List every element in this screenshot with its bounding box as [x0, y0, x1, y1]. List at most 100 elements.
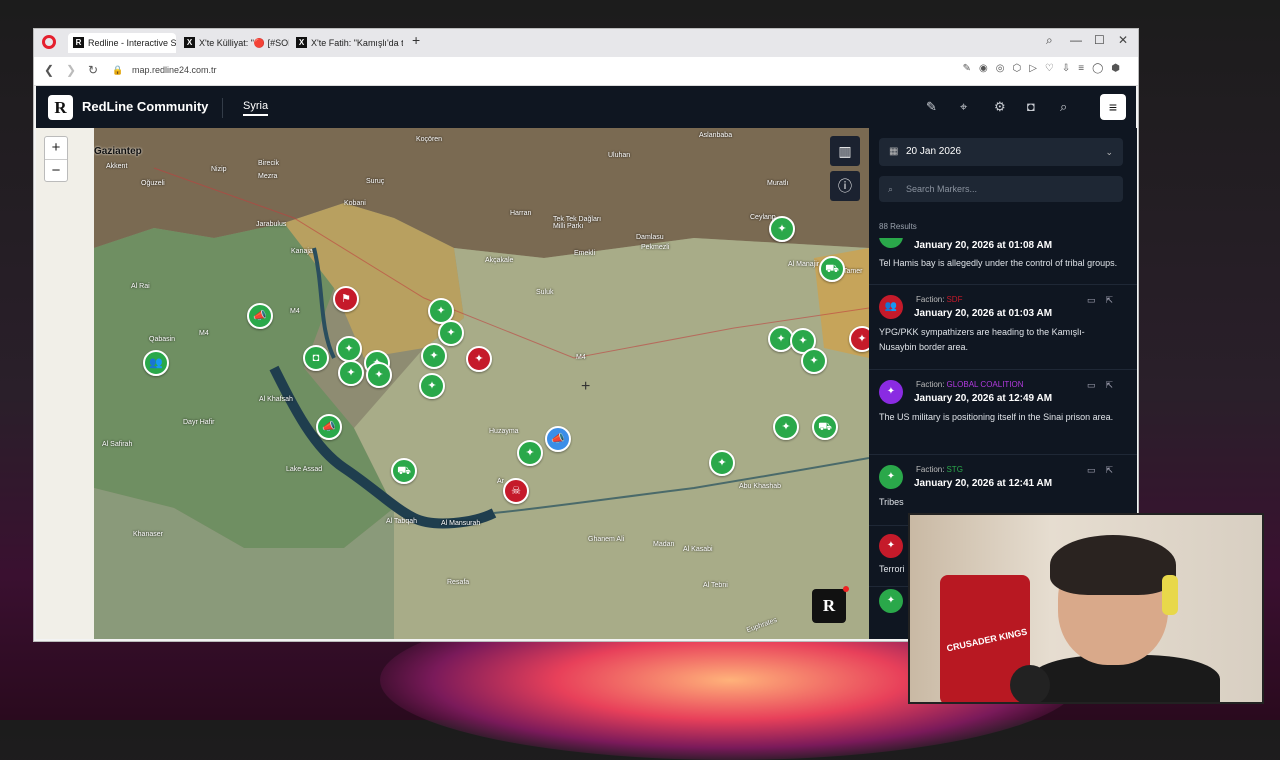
x-favicon-icon: X [296, 37, 307, 48]
map-label: Uluhan [608, 152, 631, 159]
search-icon: ⌕ [888, 184, 894, 194]
address-bar: ❮ ❯ ↻ 🔒 map.redline24.com.tr ✎◉◎⬡▷♡⇩≡◯⬢ [34, 57, 1138, 86]
item-timestamp: January 20, 2026 at 01:08 AM [914, 240, 1053, 251]
date-selector[interactable]: ▦ 20 Jan 2026 ⌄ [879, 138, 1123, 166]
rifle-marker-icon[interactable]: ✦ [801, 348, 827, 374]
megaphone-marker-icon[interactable]: 📣 [247, 303, 273, 329]
item-actions[interactable]: ▭⇱ [1087, 295, 1123, 306]
road-label: M4 [199, 330, 209, 337]
rifle-marker-icon[interactable]: ✦ [421, 343, 447, 369]
faction-name: GLOBAL COALITION [946, 380, 1024, 389]
rifle-marker-icon[interactable]: ✦ [517, 440, 543, 466]
rifle-marker-red-icon[interactable]: ✦ [849, 326, 869, 352]
megaphone-marker-icon[interactable]: 📣 [316, 414, 342, 440]
zoom-out-button[interactable]: − [45, 160, 67, 182]
menu-hamburger-icon[interactable]: ≡ [1100, 94, 1126, 120]
item-timestamp: January 20, 2026 at 01:03 AM [914, 308, 1053, 319]
redline-favicon-icon: R [73, 37, 84, 48]
headset-icon [1162, 575, 1178, 615]
group-marker-icon[interactable]: 👥 [143, 350, 169, 376]
truck-marker-icon[interactable]: ⛟ [812, 414, 838, 440]
microphone-icon [1010, 665, 1050, 702]
info-icon[interactable]: ⓘ [830, 171, 860, 201]
item-timestamp: January 20, 2026 at 12:41 AM [914, 478, 1053, 489]
rifle-marker-icon[interactable]: ✦ [419, 373, 445, 399]
map-view[interactable]: Gaziantep Akkent Oğuzeli Nizip Birecik M… [36, 128, 869, 639]
megaphone-marker-blue-icon[interactable]: 📣 [545, 426, 571, 452]
tab-syria[interactable]: Syria [243, 100, 269, 116]
url-field[interactable]: map.redline24.com.tr [132, 65, 217, 75]
map-layers-icon[interactable]: ▥ [830, 136, 860, 166]
redline-logo[interactable]: R [48, 95, 73, 120]
search-icon[interactable]: ⌕ [1060, 99, 1067, 115]
map-label: Dayr Hafir [183, 419, 215, 426]
rifle-marker-icon[interactable]: ✦ [336, 336, 362, 362]
search-markers-input[interactable]: ⌕ Search Markers... [879, 176, 1123, 202]
crosshair-icon: + [581, 378, 591, 395]
tab-redline[interactable]: R Redline - Interactive Strate [68, 33, 176, 53]
map-label: Al Khafsah [259, 396, 293, 403]
map-label: Pekmezli [641, 244, 670, 251]
faction-rifle-icon: ✦ [879, 465, 903, 489]
rifle-marker-icon[interactable]: ✦ [438, 320, 464, 346]
camera-icon[interactable]: ◘ [1027, 99, 1035, 114]
minimize-icon[interactable]: — [1070, 33, 1082, 47]
skull-marker-icon[interactable]: ☠ [503, 478, 529, 504]
list-item[interactable]: ✦ January 20, 2026 at 01:08 AM Tel Hamis… [869, 238, 1137, 285]
search-placeholder: Search Markers... [906, 184, 978, 194]
zoom-in-button[interactable]: + [45, 137, 67, 160]
faction-label: Faction: [916, 380, 945, 389]
app-header: R RedLine Community Syria ✎ ⌖ ⚙ ◘ ⌕ ≡ [36, 86, 1136, 128]
map-label: Damlasu [636, 234, 664, 241]
location-pin-icon[interactable]: ⌖ [960, 99, 967, 115]
webcam-overlay: CRUSADER KINGS [908, 513, 1264, 704]
tab-x-kulliyat[interactable]: X X'te Külliyat: "🔴 [#SOND [179, 33, 289, 53]
rifle-marker-icon[interactable]: ✦ [709, 450, 735, 476]
rifle-marker-red-icon[interactable]: ✦ [466, 346, 492, 372]
rifle-marker-icon[interactable]: ✦ [366, 362, 392, 388]
new-tab-icon[interactable]: + [412, 32, 420, 48]
faction-rifle-icon: ✦ [879, 534, 903, 558]
map-label: Abu Khashab [739, 483, 782, 490]
list-item[interactable]: 👥 Faction: SDF ▭⇱ January 20, 2026 at 01:… [869, 285, 1137, 370]
item-actions[interactable]: ▭⇱ [1087, 380, 1123, 391]
camera-marker-icon[interactable]: ◘ [303, 345, 329, 371]
draw-icon[interactable]: ✎ [926, 99, 937, 115]
reload-icon[interactable]: ↻ [88, 63, 98, 77]
map-label: Birecik [258, 160, 280, 167]
map-label: Tek Tek Dağları Milli Parkı [553, 216, 602, 230]
results-count: 88 Results [879, 222, 917, 231]
rifle-marker-icon[interactable]: ✦ [338, 360, 364, 386]
map-label: Qabasin [149, 336, 176, 343]
truck-marker-icon[interactable]: ⛟ [391, 458, 417, 484]
settings-gear-icon[interactable]: ⚙ [994, 99, 1006, 115]
maximize-icon[interactable]: ☐ [1094, 33, 1105, 47]
browser-toolbar-icons[interactable]: ✎◉◎⬡▷♡⇩≡◯⬢ [963, 63, 1128, 74]
forward-icon[interactable]: ❯ [66, 63, 76, 77]
rifle-marker-icon[interactable]: ✦ [773, 414, 799, 440]
tab-x-fatih[interactable]: X X'te Fatih: "Kamışlı'da top [291, 33, 403, 53]
map-label: Tamer [843, 268, 863, 275]
faction-label: Faction: [916, 295, 945, 304]
item-text: Tribes [879, 497, 904, 507]
map-label: Mezra [258, 173, 278, 180]
divider [222, 98, 223, 118]
close-icon[interactable]: ✕ [1118, 33, 1128, 47]
search-tabs-icon[interactable]: ⌕ [1046, 33, 1053, 48]
redline-badge[interactable]: R [812, 586, 849, 623]
opera-logo-icon[interactable] [42, 35, 56, 49]
lock-icon: 🔒 [112, 65, 124, 75]
faction-rifle-icon: ✦ [879, 589, 903, 613]
map-label: Oğuzeli [141, 180, 165, 187]
map-label: Harran [510, 210, 532, 217]
map-label: Akçakale [485, 257, 514, 264]
back-icon[interactable]: ❮ [44, 63, 54, 77]
item-actions[interactable]: ▭⇱ [1087, 465, 1123, 476]
truck-marker-icon[interactable]: ⛟ [819, 256, 845, 282]
faction-rifle-icon: ✦ [879, 238, 903, 248]
faction-line: Faction: GLOBAL COALITION [914, 380, 1024, 389]
list-item[interactable]: ✦ Faction: GLOBAL COALITION ▭⇱ January 20… [869, 370, 1137, 455]
rifle-marker-icon[interactable]: ✦ [769, 216, 795, 242]
flag-marker-icon[interactable]: ⚑ [333, 286, 359, 312]
x-favicon-icon: X [184, 37, 195, 48]
